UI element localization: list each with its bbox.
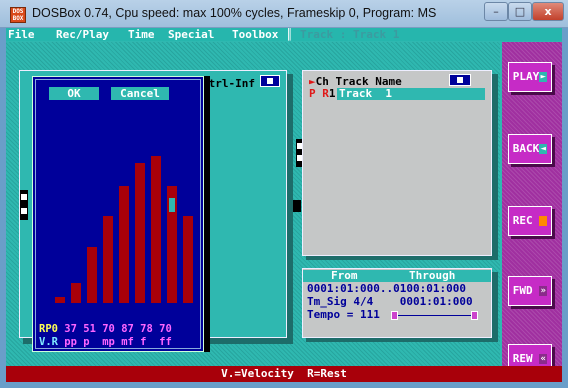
velocity-cursor[interactable] xyxy=(169,198,175,212)
row1-values: 37 51 70 87 78 70 xyxy=(64,323,172,335)
range-from-through[interactable]: 0001:01:000..0100:01:000 xyxy=(307,283,466,295)
current-track-title: Track : Track 1 xyxy=(300,28,400,41)
range-window: From Through 0001:01:000..0100:01:000 Tm_… xyxy=(302,268,492,338)
scroll-handle-left[interactable] xyxy=(20,190,28,220)
window-title: DOSBox 0.74, Cpu speed: max 100% cycles,… xyxy=(32,6,437,20)
play-button[interactable]: PLAY► xyxy=(508,62,552,92)
back-icon: ◄ xyxy=(539,144,548,154)
menu-file[interactable]: File xyxy=(8,28,35,41)
range-header: From Through xyxy=(303,270,491,282)
menu-time[interactable]: Time xyxy=(128,28,155,41)
window-shadow xyxy=(492,74,498,260)
track-row[interactable]: P R1 Track 1 xyxy=(309,88,485,100)
track-list-window: ►Ch Track Name P R1 Track 1 xyxy=(302,70,492,256)
track-flags: P R xyxy=(309,87,329,100)
close-button[interactable]: x xyxy=(532,2,564,21)
play-icon: ► xyxy=(539,72,548,82)
velocity-bar[interactable] xyxy=(183,216,193,303)
tempo-slider-end[interactable] xyxy=(471,311,478,320)
velocity-bars[interactable] xyxy=(33,77,205,353)
menu-toolbox[interactable]: Toolbox xyxy=(232,28,278,41)
row2-label: V.R xyxy=(39,336,58,348)
back-button[interactable]: BACK◄ xyxy=(508,134,552,164)
track-list-close-box[interactable] xyxy=(449,74,471,86)
velocity-bar[interactable] xyxy=(151,156,161,303)
velocity-bar[interactable] xyxy=(55,297,65,303)
track-channel: 1 xyxy=(328,87,336,100)
record-button[interactable]: REC ■ xyxy=(508,206,552,236)
velocity-dialog: OK Cancel RP0 37 51 70 87 78 70 V.R pp p… xyxy=(32,76,204,352)
row1-label: RP0 xyxy=(39,323,58,335)
velocity-values: RP0 37 51 70 87 78 70 V.R pp p mp mf f f… xyxy=(39,323,172,349)
through-label: Through xyxy=(409,269,456,282)
record-icon: ■ xyxy=(539,216,548,226)
velocity-bar[interactable] xyxy=(119,186,129,303)
track-name: Track 1 xyxy=(337,88,485,100)
velocity-bar[interactable] xyxy=(87,247,97,303)
rewind-icon: « xyxy=(539,354,548,364)
menu-divider: ║ xyxy=(286,28,293,41)
dos-screen: File Rec/Play Time Special Toolbox ║ Tra… xyxy=(6,28,562,382)
window-shadow xyxy=(492,272,498,342)
ctrl-info-close-box[interactable] xyxy=(260,75,280,87)
tempo-value: Tempo = 111 xyxy=(307,308,380,321)
tempo-slider-track[interactable] xyxy=(393,315,473,316)
dosbox-icon: DOS BOX xyxy=(10,7,26,23)
velocity-bar[interactable] xyxy=(135,163,145,303)
maximize-button[interactable]: □ xyxy=(508,2,532,21)
menu-rec-play[interactable]: Rec/Play xyxy=(56,28,109,41)
menu-special[interactable]: Special xyxy=(168,28,214,41)
splitter-handle[interactable] xyxy=(293,200,301,212)
menu-bar: File Rec/Play Time Special Toolbox ║ Tra… xyxy=(6,28,562,41)
window-titlebar: DOS BOX DOSBox 0.74, Cpu speed: max 100%… xyxy=(0,0,568,28)
tempo-slider-start[interactable] xyxy=(391,311,398,320)
row2-values: pp p mp mf f ff xyxy=(64,336,172,348)
from-label: From xyxy=(331,269,358,282)
status-bar: V.=Velocity R=Rest xyxy=(6,366,562,382)
time-signature[interactable]: Tm_Sig 4/4 0001:01:000 xyxy=(307,296,473,308)
fast-forward-icon: » xyxy=(539,286,548,296)
ctrl-info-panel xyxy=(206,79,274,335)
velocity-bar[interactable] xyxy=(71,283,81,303)
velocity-bar[interactable] xyxy=(103,216,113,303)
transport-panel: PLAY► BACK◄ REC ■ FWD » REW « xyxy=(502,42,562,374)
fast-forward-button[interactable]: FWD » xyxy=(508,276,552,306)
minimize-button[interactable]: – xyxy=(484,2,508,21)
